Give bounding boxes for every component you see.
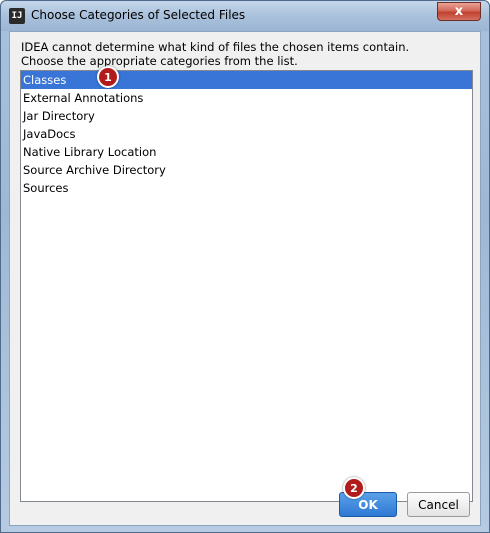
list-item-native-library-location[interactable]: Native Library Location [21, 143, 472, 161]
list-item-source-archive-directory[interactable]: Source Archive Directory [21, 161, 472, 179]
title-bar[interactable]: IJ Choose Categories of Selected Files x [1, 1, 489, 31]
list-item-external-annotations[interactable]: External Annotations [21, 89, 472, 107]
dialog-content: IDEA cannot determine what kind of files… [9, 31, 481, 526]
list-item-sources[interactable]: Sources [21, 179, 472, 197]
description-line-2: Choose the appropriate categories from t… [21, 54, 298, 68]
list-item-javadocs[interactable]: JavaDocs [21, 125, 472, 143]
description-text: IDEA cannot determine what kind of files… [21, 40, 471, 68]
window-title: Choose Categories of Selected Files [31, 8, 246, 22]
dialog-window: IJ Choose Categories of Selected Files x… [0, 0, 490, 533]
list-item-classes[interactable]: Classes [21, 71, 472, 89]
close-button[interactable]: x [437, 2, 481, 21]
intellij-app-icon: IJ [9, 8, 25, 24]
categories-list[interactable]: Classes External Annotations Jar Directo… [20, 70, 473, 502]
cancel-button[interactable]: Cancel [407, 492, 470, 517]
list-item-jar-directory[interactable]: Jar Directory [21, 107, 472, 125]
description-line-1: IDEA cannot determine what kind of files… [21, 40, 410, 54]
step-badge-2: 2 [343, 477, 365, 499]
step-badge-1: 1 [97, 66, 119, 88]
